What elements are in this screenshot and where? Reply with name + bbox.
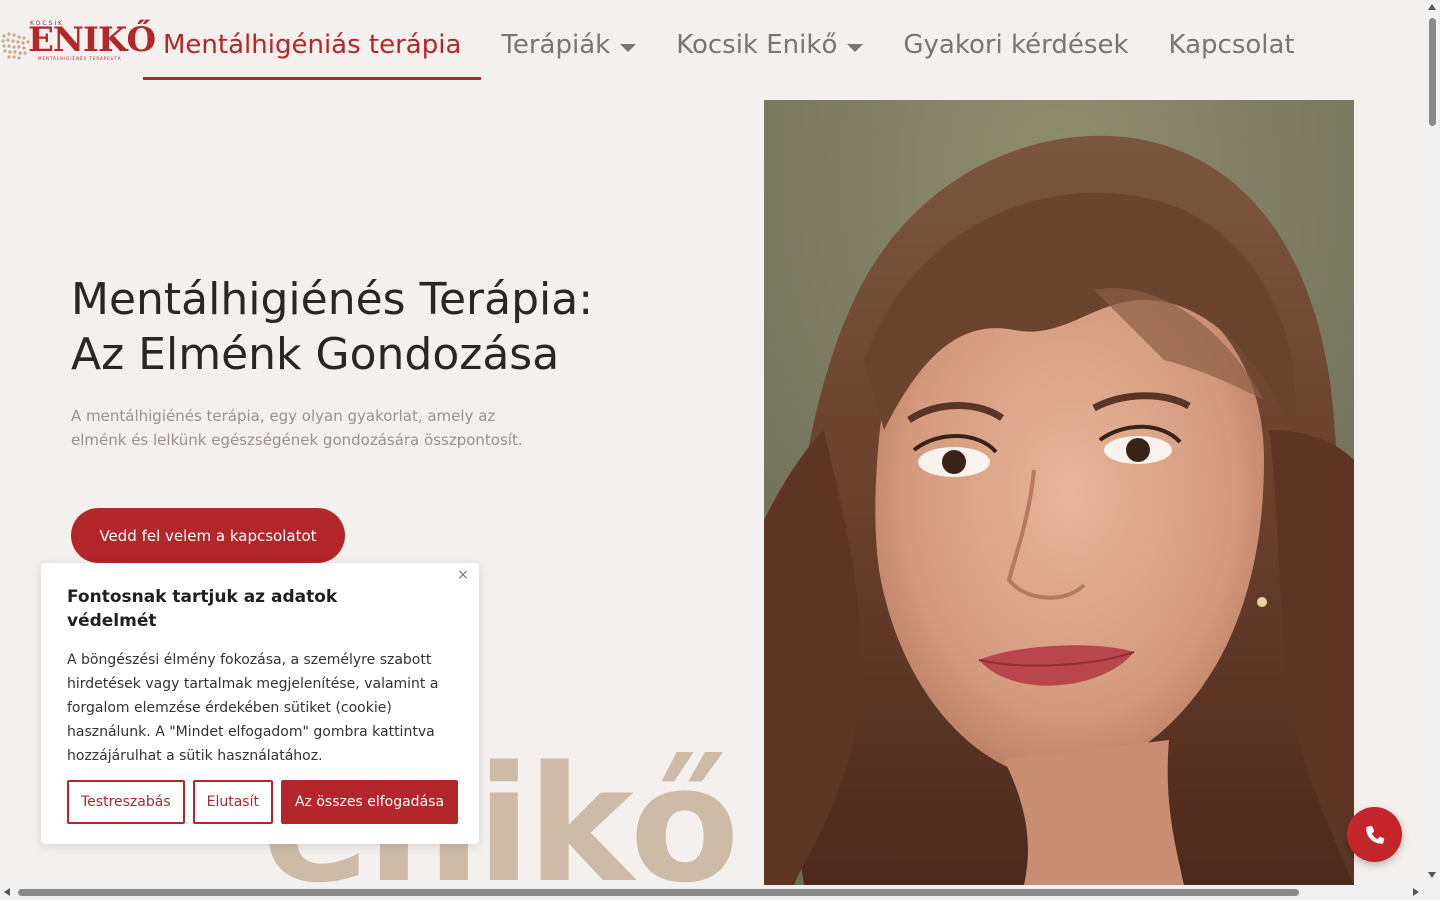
nav-item-label: Mentálhigéniás terápia (163, 30, 462, 60)
horizontal-scrollbar-thumb[interactable] (18, 889, 1299, 896)
hero-title-line1: Mentálhigiénés Terápia: (71, 274, 594, 325)
cookie-title: Fontosnak tartjuk az adatok védelmét (67, 587, 338, 631)
nav-item-label: Gyakori kérdések (903, 30, 1129, 60)
scroll-left-arrow-icon[interactable] (4, 888, 10, 896)
nav-item-gyakori-kerdesek[interactable]: Gyakori kérdések (883, 18, 1148, 80)
horizontal-scrollbar[interactable] (0, 885, 1425, 900)
logo-main-text: ENIKŐ (28, 20, 156, 60)
vertical-scrollbar-thumb[interactable] (1429, 18, 1436, 126)
cookie-customize-button[interactable]: Testreszabás (67, 780, 185, 824)
contact-cta-button[interactable]: Vedd fel velem a kapcsolatot (71, 508, 345, 563)
hero-title-line2: Az Elménk Gondozása (71, 329, 560, 380)
scroll-up-arrow-icon[interactable] (1428, 4, 1436, 10)
nav-item-label: Terápiák (501, 30, 611, 60)
scroll-down-arrow-icon[interactable] (1428, 872, 1436, 878)
hero-description: A mentálhigiénés terápia, egy olyan gyak… (71, 407, 523, 449)
cookie-buttons: Testreszabás Elutasít Az összes elfogadá… (67, 780, 459, 824)
caret-down-icon (620, 44, 637, 52)
nav-item-label: Kocsik Enikő (676, 30, 838, 60)
nav-item-label: Kapcsolat (1168, 30, 1295, 60)
scroll-right-arrow-icon[interactable] (1413, 888, 1419, 896)
cookie-consent-dialog: × Fontosnak tartjuk az adatok védelmét A… (41, 563, 479, 844)
portrait-photo (764, 100, 1354, 885)
main-nav: Mentálhigéniás terápia Terápiák Kocsik E… (143, 18, 1315, 80)
vertical-scrollbar[interactable] (1425, 0, 1440, 900)
cookie-reject-button[interactable]: Elutasít (192, 780, 273, 824)
nav-item-terapiak[interactable]: Terápiák (481, 18, 656, 80)
nav-item-kocsik-eniko[interactable]: Kocsik Enikő (656, 18, 883, 80)
close-icon[interactable]: × (455, 567, 471, 583)
logo-sub-text: MENTÁLHIGIÉNÉS TERAPEUTA (38, 56, 122, 61)
caret-down-icon (847, 44, 864, 52)
cookie-text: A böngészési élmény fokozása, a személyr… (67, 652, 439, 764)
phone-call-button[interactable] (1347, 807, 1402, 862)
cookie-accept-all-button[interactable]: Az összes elfogadása (280, 780, 459, 824)
nav-item-kapcsolat[interactable]: Kapcsolat (1149, 18, 1315, 80)
portrait-illustration (764, 100, 1354, 885)
phone-icon (1365, 825, 1384, 844)
hero-title: Mentálhigiénés Terápia: Az Elménk Gondoz… (71, 272, 671, 382)
site-logo[interactable]: KOCSIK ENIKŐ MENTÁLHIGIÉNÉS TERAPEUTA (0, 18, 156, 62)
nav-item-mentalhigienes-terapia[interactable]: Mentálhigéniás terápia (143, 18, 482, 80)
